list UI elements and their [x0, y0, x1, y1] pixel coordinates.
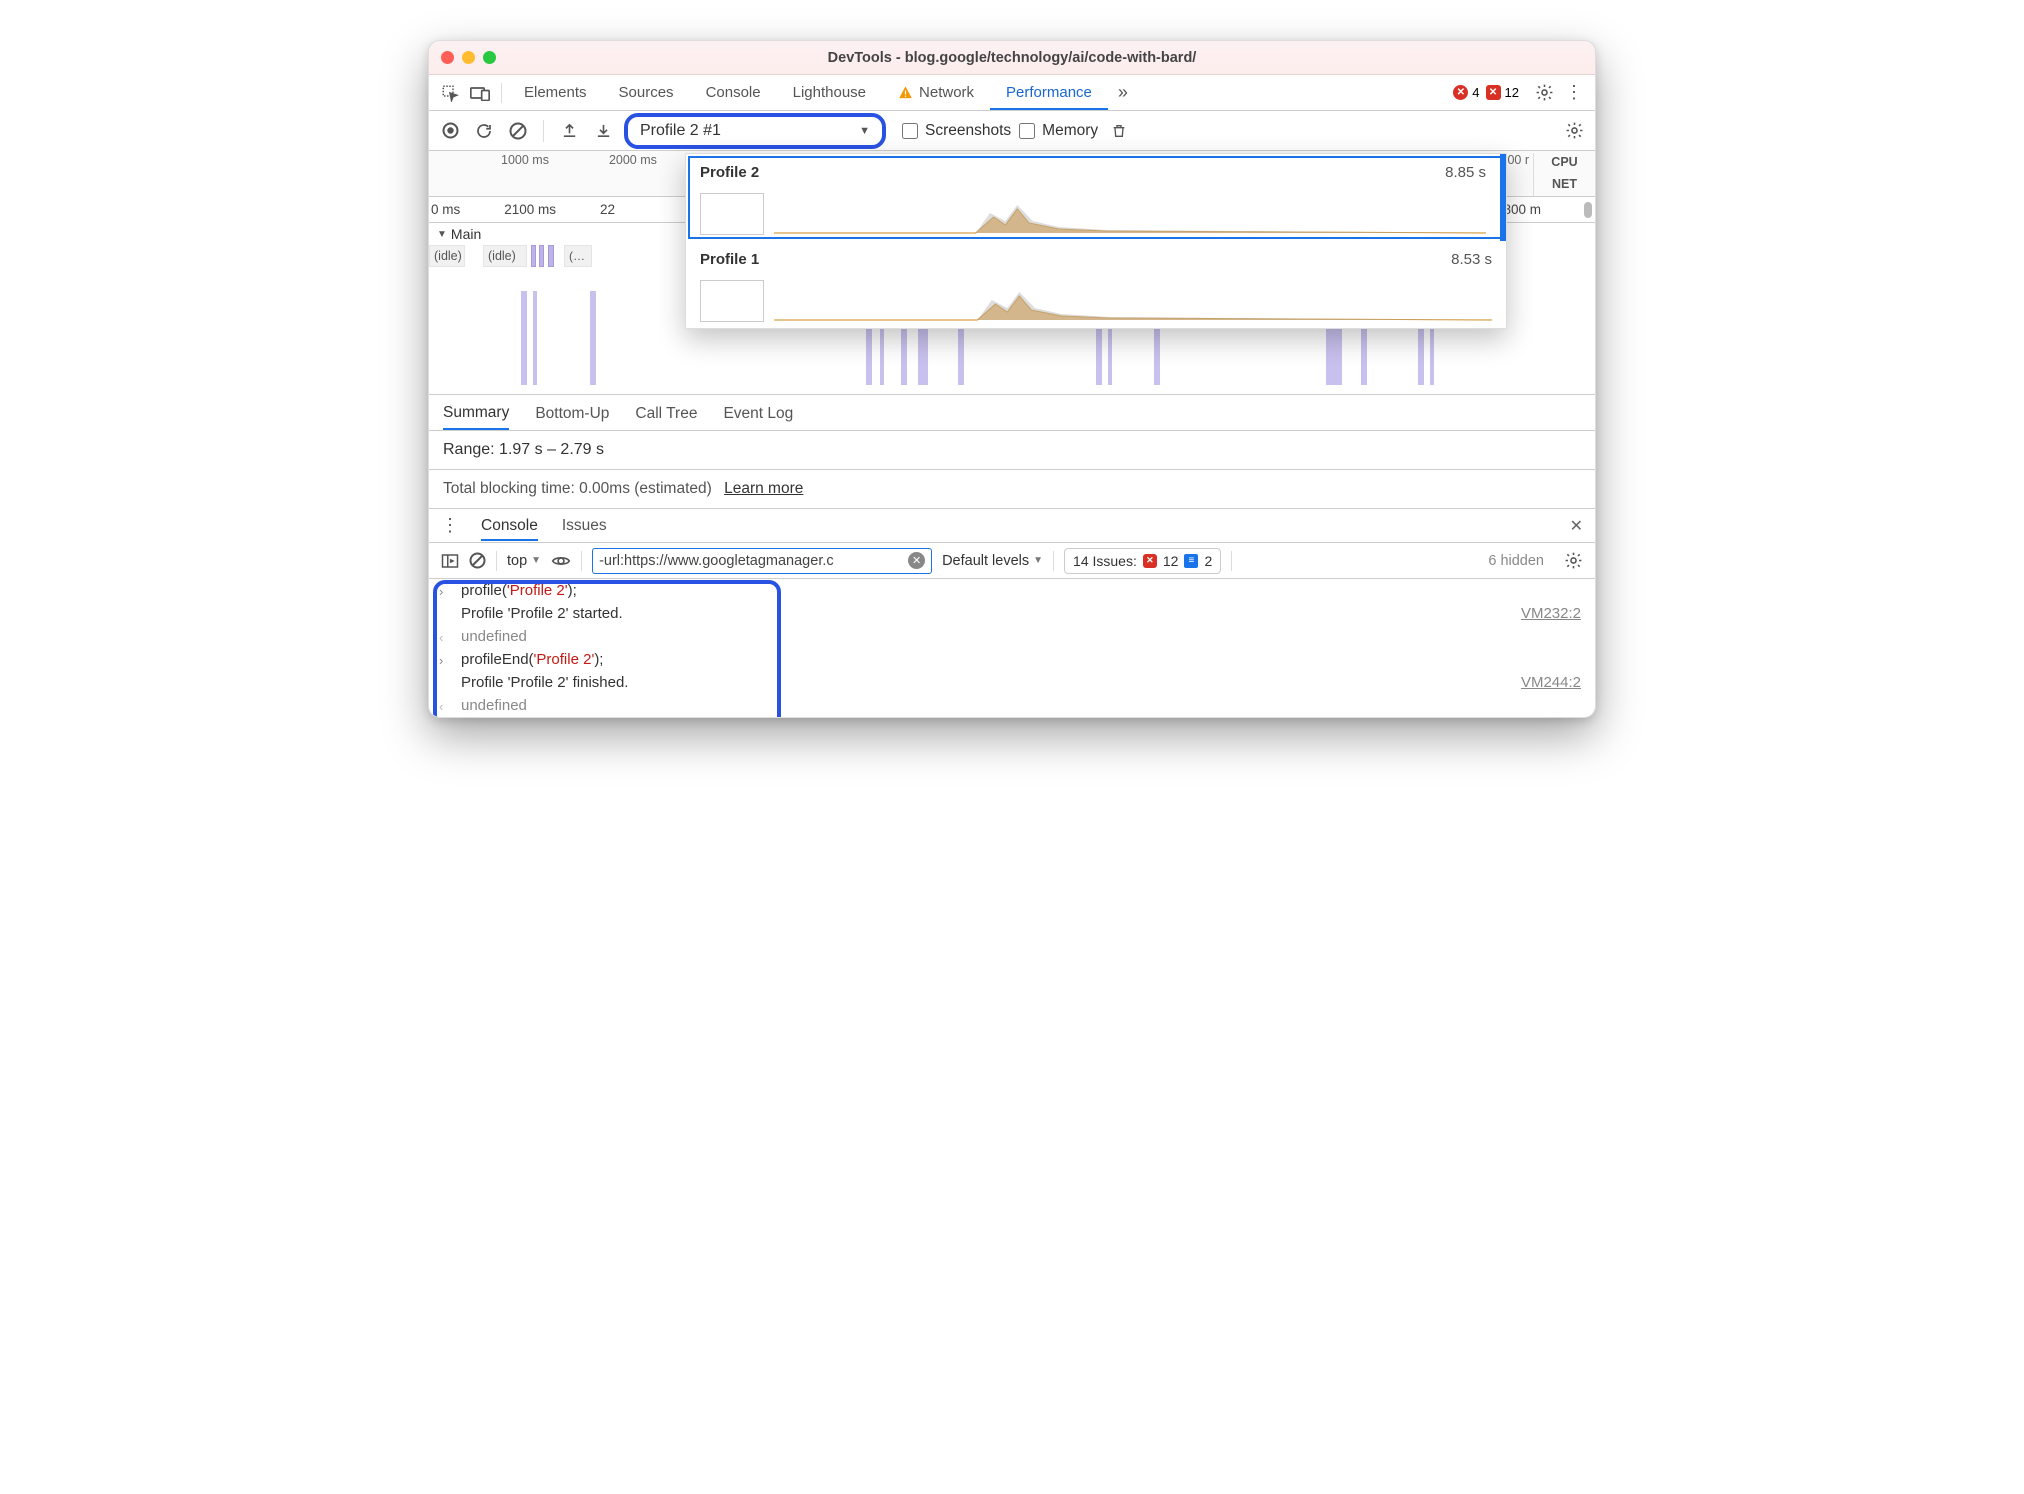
- subtab-eventlog[interactable]: Event Log: [723, 397, 793, 429]
- window-title: DevTools - blog.google/technology/ai/cod…: [441, 50, 1583, 66]
- perf-toolbar: Profile 2 #1 ▼ Screenshots Memory: [429, 111, 1595, 151]
- tab-sources[interactable]: Sources: [603, 75, 690, 110]
- titlebar: DevTools - blog.google/technology/ai/cod…: [429, 41, 1595, 75]
- drawer-tabs: ⋮ Console Issues ✕: [429, 509, 1595, 543]
- source-link[interactable]: VM244:2: [1521, 674, 1581, 691]
- clear-filter-icon[interactable]: ✕: [908, 552, 925, 569]
- more-tabs-icon[interactable]: »: [1108, 78, 1138, 108]
- trash-icon[interactable]: [1106, 118, 1132, 144]
- idle-block: (idle): [483, 245, 527, 267]
- profile-dropdown: Profile 28.85 s Profile 18.53 s: [685, 153, 1507, 329]
- download-icon[interactable]: [590, 118, 616, 144]
- inspect-icon[interactable]: [435, 78, 465, 108]
- console-return-line: ‹undefined: [429, 694, 1595, 717]
- blocking-row: Total blocking time: 0.00ms (estimated) …: [429, 470, 1595, 509]
- filter-input[interactable]: -url:https://www.googletagmanager.c ✕: [592, 548, 932, 574]
- drawer-menu-icon[interactable]: ⋮: [441, 515, 457, 536]
- clear-icon[interactable]: [505, 118, 531, 144]
- window-close-icon[interactable]: [441, 51, 454, 64]
- error-count-circle[interactable]: ✕4: [1453, 85, 1479, 100]
- subtab-bottomup[interactable]: Bottom-Up: [535, 397, 609, 429]
- settings-icon[interactable]: [1529, 78, 1559, 108]
- horizontal-scroll-thumb[interactable]: [1581, 197, 1595, 223]
- drawer-tab-issues[interactable]: Issues: [562, 517, 607, 535]
- learn-more-link[interactable]: Learn more: [724, 480, 803, 497]
- profile-select-value: Profile 2 #1: [640, 122, 721, 140]
- console-input-line: ›profileEnd('Profile 2');: [429, 648, 1595, 671]
- drawer-tab-console[interactable]: Console: [481, 511, 538, 541]
- profile-dropdown-item[interactable]: Profile 18.53 s: [686, 241, 1506, 328]
- console-settings-icon[interactable]: [1564, 551, 1583, 570]
- chevron-down-icon: ▼: [437, 229, 447, 240]
- subtab-summary[interactable]: Summary: [443, 396, 509, 430]
- tab-network[interactable]: Network: [882, 75, 990, 110]
- console-return-line: ‹undefined: [429, 625, 1595, 648]
- upload-icon[interactable]: [556, 118, 582, 144]
- kebab-menu-icon[interactable]: ⋮: [1559, 78, 1589, 108]
- profile-select[interactable]: Profile 2 #1 ▼: [624, 113, 886, 149]
- chevron-down-icon: ▼: [859, 125, 870, 137]
- console-log-line: Profile 'Profile 2' started.VM232:2: [429, 602, 1595, 625]
- overview-tick: 2000 ms: [609, 153, 657, 167]
- device-toggle-icon[interactable]: [465, 78, 495, 108]
- ruler-tick: 2100 ms: [500, 202, 596, 217]
- subtab-calltree[interactable]: Call Tree: [635, 397, 697, 429]
- ruler-tick: 0 ms: [429, 202, 500, 217]
- ruler-tick: 22: [596, 202, 655, 217]
- screenshots-checkbox[interactable]: Screenshots: [902, 122, 1011, 140]
- console-sidebar-icon[interactable]: [441, 553, 459, 569]
- perf-settings-icon[interactable]: [1561, 118, 1587, 144]
- ruler-tick: 800 m: [1499, 202, 1581, 217]
- net-label: NET: [1534, 177, 1595, 191]
- console-input-line: ›profile('Profile 2');: [429, 579, 1595, 602]
- profile-dropdown-item[interactable]: Profile 28.85 s: [686, 154, 1506, 241]
- source-link[interactable]: VM232:2: [1521, 605, 1581, 622]
- idle-block: (idle): [429, 245, 465, 267]
- issues-button[interactable]: 14 Issues: ✕12 ≡2: [1064, 548, 1221, 574]
- overview-tick: 1000 ms: [501, 153, 549, 167]
- drawer-close-icon[interactable]: ✕: [1570, 516, 1583, 536]
- console-output[interactable]: ›profile('Profile 2'); Profile 'Profile …: [429, 579, 1595, 717]
- memory-checkbox[interactable]: Memory: [1019, 122, 1098, 140]
- window-zoom-icon[interactable]: [483, 51, 496, 64]
- panel-tabs: Elements Sources Console Lighthouse Netw…: [429, 75, 1595, 111]
- live-expression-icon[interactable]: [551, 554, 571, 568]
- tab-console[interactable]: Console: [690, 75, 777, 110]
- error-count-square[interactable]: ✕12: [1486, 85, 1519, 100]
- hidden-count[interactable]: 6 hidden: [1488, 553, 1544, 569]
- context-select[interactable]: top▼: [507, 553, 541, 569]
- record-icon[interactable]: [437, 118, 463, 144]
- warning-icon: [898, 85, 913, 100]
- blocking-text: Total blocking time: 0.00ms (estimated): [443, 480, 712, 497]
- cpu-label: CPU: [1534, 155, 1595, 169]
- console-log-line: Profile 'Profile 2' finished.VM244:2: [429, 671, 1595, 694]
- window-minimize-icon[interactable]: [462, 51, 475, 64]
- console-toolbar: top▼ -url:https://www.googletagmanager.c…: [429, 543, 1595, 579]
- console-clear-icon[interactable]: [469, 552, 486, 569]
- tab-lighthouse[interactable]: Lighthouse: [777, 75, 882, 110]
- tab-elements[interactable]: Elements: [508, 75, 603, 110]
- task-block: (…: [564, 245, 592, 267]
- reload-icon[interactable]: [471, 118, 497, 144]
- levels-select[interactable]: Default levels▼: [942, 553, 1043, 569]
- summary-tabs: Summary Bottom-Up Call Tree Event Log: [429, 395, 1595, 431]
- tab-performance[interactable]: Performance: [990, 75, 1108, 110]
- range-text: Range: 1.97 s – 2.79 s: [429, 431, 1595, 470]
